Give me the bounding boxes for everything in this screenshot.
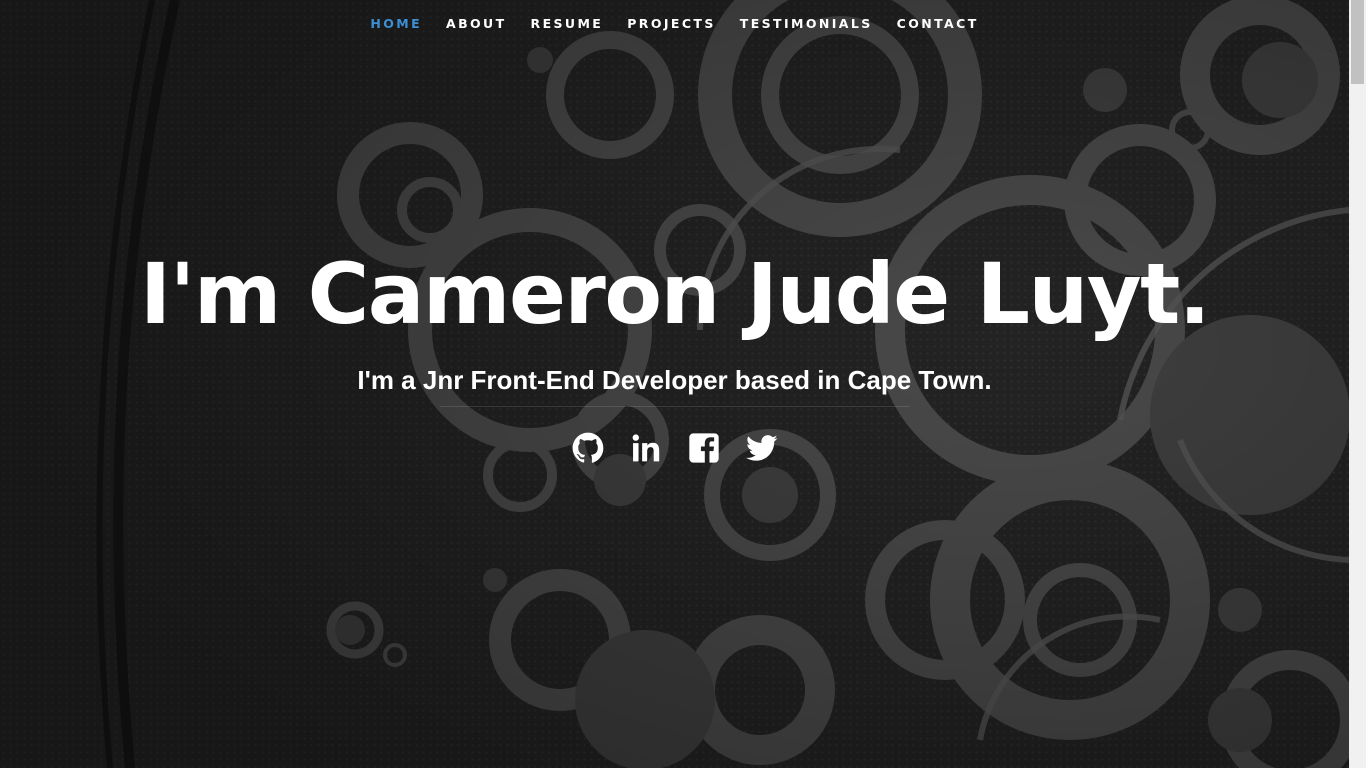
github-link[interactable] [571, 431, 605, 465]
twitter-link[interactable] [745, 431, 779, 465]
twitter-icon [745, 435, 777, 461]
facebook-link[interactable] [687, 431, 721, 465]
facebook-icon [688, 433, 719, 463]
nav-item-about[interactable]: ABOUT [434, 16, 519, 31]
hero-section: HOME ABOUT RESUME PROJECTS TESTIMONIALS … [0, 0, 1349, 768]
linkedin-link[interactable] [629, 431, 663, 465]
social-links [0, 431, 1349, 465]
nav-item-resume[interactable]: RESUME [519, 16, 616, 31]
linkedin-icon [632, 434, 659, 462]
main-nav: HOME ABOUT RESUME PROJECTS TESTIMONIALS … [0, 0, 1349, 46]
subline: I'm a Jnr Front-End Developer based in C… [357, 365, 992, 395]
github-icon [572, 432, 603, 463]
divider [439, 406, 910, 407]
nav-item-projects[interactable]: PROJECTS [615, 16, 728, 31]
nav-item-testimonials[interactable]: TESTIMONIALS [728, 16, 885, 31]
nav-item-contact[interactable]: CONTACT [885, 16, 991, 31]
scrollbar-thumb[interactable] [1351, 0, 1364, 84]
headline: I'm Cameron Jude Luyt. [139, 245, 1211, 343]
page-scrollbar[interactable] [1349, 0, 1366, 768]
banner: I'm Cameron Jude Luyt. I'm a Jnr Front-E… [0, 244, 1349, 465]
nav-item-home[interactable]: HOME [358, 16, 434, 31]
